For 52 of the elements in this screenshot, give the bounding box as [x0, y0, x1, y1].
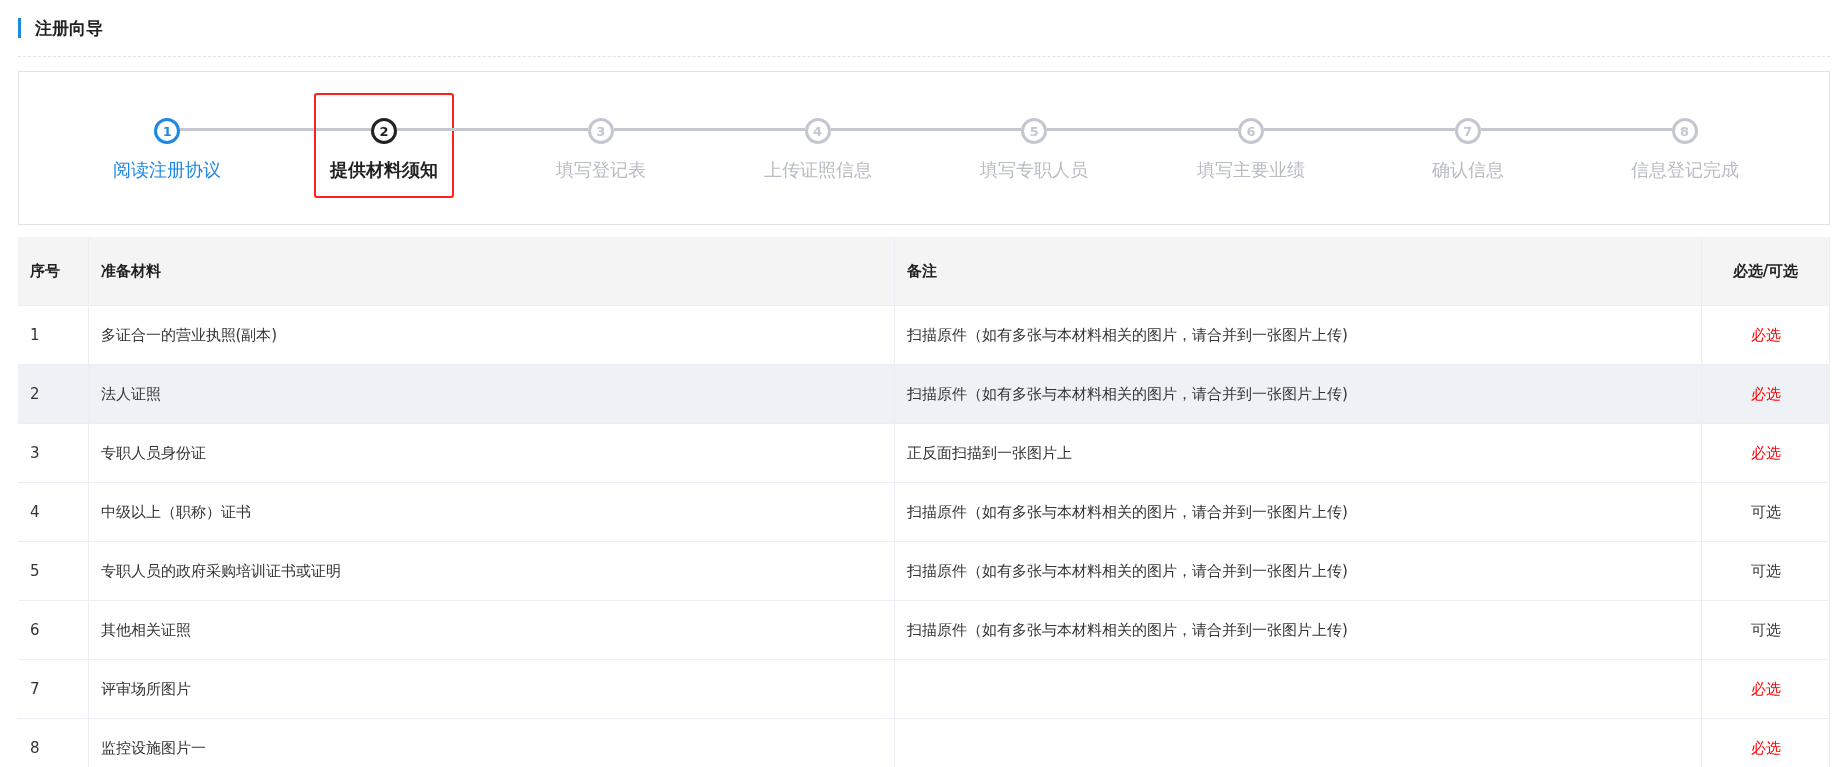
- column-header: 序号: [18, 237, 88, 306]
- table-cell: 必选: [1701, 718, 1830, 767]
- title-accent-bar: [18, 18, 21, 38]
- table-cell: 扫描原件（如有多张与本材料相关的图片，请合并到一张图片上传): [894, 600, 1702, 660]
- table-cell: 扫描原件（如有多张与本材料相关的图片，请合并到一张图片上传): [894, 364, 1702, 424]
- page-title: 注册向导: [35, 16, 103, 40]
- step-label: 填写专职人员: [980, 158, 1089, 182]
- step-number: 1: [154, 118, 181, 144]
- step-label: 填写登记表: [555, 158, 646, 182]
- table-cell: 必选: [1701, 305, 1830, 365]
- table-cell: 可选: [1701, 482, 1830, 542]
- step-label: 上传证照信息: [763, 158, 872, 182]
- table-cell: 4: [18, 482, 88, 542]
- step-number: 4: [804, 118, 831, 144]
- table-cell: 多证合一的营业执照(副本): [88, 305, 895, 365]
- column-header: 备注: [894, 237, 1702, 306]
- table-cell: 扫描原件（如有多张与本材料相关的图片，请合并到一张图片上传): [894, 541, 1702, 601]
- table-cell: 法人证照: [88, 364, 895, 424]
- step-number: 8: [1671, 118, 1698, 144]
- table-cell: 扫描原件（如有多张与本材料相关的图片，请合并到一张图片上传): [894, 482, 1702, 542]
- column-header: 必选/可选: [1701, 237, 1830, 306]
- table-cell: 可选: [1701, 541, 1830, 601]
- table-cell: 必选: [1701, 423, 1830, 483]
- table-cell: 3: [18, 423, 88, 483]
- step-number: 2: [371, 118, 398, 144]
- table-cell: 专职人员身份证: [88, 423, 895, 483]
- step-label: 填写主要业绩: [1197, 158, 1306, 182]
- table-cell: 5: [18, 541, 88, 601]
- table-cell: 可选: [1701, 600, 1830, 660]
- table-cell: 必选: [1701, 364, 1830, 424]
- table-cell: 6: [18, 600, 88, 660]
- step-number: 6: [1238, 118, 1265, 144]
- step-label: 提供材料须知: [330, 158, 439, 182]
- table-cell: 必选: [1701, 659, 1830, 719]
- table-cell: 中级以上（职称）证书: [88, 482, 895, 542]
- step-number: 3: [587, 118, 614, 144]
- step-label: 信息登记完成: [1630, 158, 1739, 182]
- column-header: 准备材料: [88, 237, 895, 306]
- table-cell: 其他相关证照: [88, 600, 895, 660]
- table-cell: 扫描原件（如有多张与本材料相关的图片，请合并到一张图片上传): [894, 305, 1702, 365]
- table-cell: 正反面扫描到一张图片上: [894, 423, 1702, 483]
- table-cell: 监控设施图片一: [88, 718, 895, 767]
- table-cell: 专职人员的政府采购培训证书或证明: [88, 541, 895, 601]
- table-cell: 8: [18, 718, 88, 767]
- table-cell: 1: [18, 305, 88, 365]
- step-label: 阅读注册协议: [113, 158, 222, 182]
- table-cell: 7: [18, 659, 88, 719]
- step-number: 7: [1454, 118, 1481, 144]
- table-cell: 2: [18, 364, 88, 424]
- step-label: 确认信息: [1431, 158, 1504, 182]
- step-number: 5: [1021, 118, 1048, 144]
- table-cell: 评审场所图片: [88, 659, 895, 719]
